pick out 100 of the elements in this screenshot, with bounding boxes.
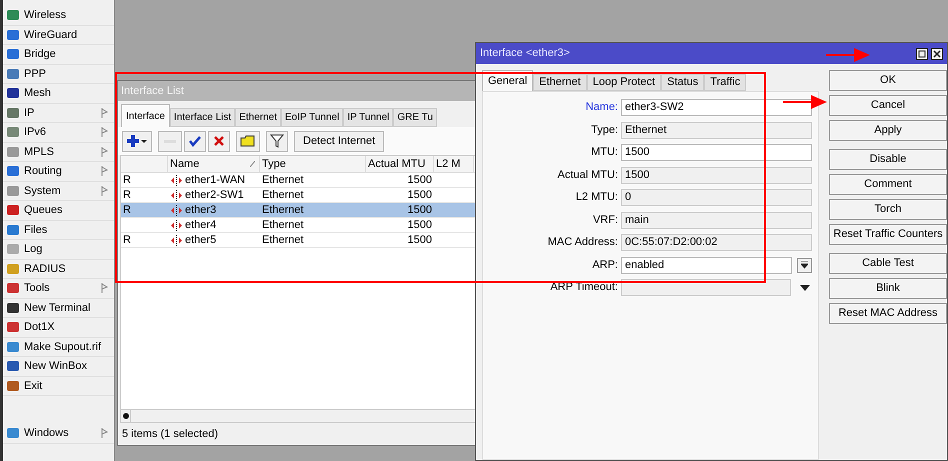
maximize-icon[interactable] — [916, 48, 928, 60]
tab[interactable]: EoIP Tunnel — [281, 108, 344, 127]
input-field[interactable]: ether3-SW2 — [621, 99, 812, 116]
menu-item[interactable]: New Terminal — [3, 298, 114, 318]
expand-button[interactable] — [800, 284, 810, 290]
tab[interactable]: Ethernet — [533, 74, 587, 91]
input-field[interactable]: 1500 — [621, 144, 812, 161]
tab[interactable]: Interface List — [170, 108, 236, 127]
column-label: Actual MTU — [368, 156, 426, 172]
toolbar-button[interactable] — [236, 130, 260, 152]
menu-icon — [6, 8, 20, 22]
tab[interactable]: Interface — [121, 104, 170, 127]
menu-item[interactable]: Log — [3, 240, 114, 260]
dialog-button[interactable]: Apply — [829, 120, 947, 141]
scroll-handle[interactable] — [121, 410, 131, 422]
menu-item[interactable]: IPv6 — [3, 123, 114, 142]
toolbar-button[interactable] — [184, 130, 206, 152]
table-row[interactable]: R ether1-WAN Ethernet 1500 — [121, 173, 475, 188]
caret-icon — [800, 284, 810, 290]
input-field[interactable]: 0C:55:07:D2:00:02 — [621, 234, 812, 251]
menu-item-label: Dot1X — [24, 320, 55, 335]
menu-item[interactable]: Wireless — [3, 6, 114, 26]
tab[interactable]: Traffic — [704, 74, 746, 91]
close-icon[interactable] — [931, 48, 943, 60]
input-field[interactable]: 0 — [621, 189, 812, 206]
menu-item[interactable]: New WinBox — [3, 357, 114, 376]
add-icon — [126, 135, 148, 147]
table-cell-text: 1500 — [408, 232, 432, 248]
menu-icon — [6, 359, 20, 374]
menu-item[interactable]: Queues — [3, 201, 114, 220]
dialog-button[interactable]: Reset Traffic Counters — [829, 224, 947, 245]
table-row[interactable]: R ether2-SW1 Ethernet 1500 — [121, 188, 475, 203]
submenu-icon — [101, 186, 108, 196]
menu-item-label: IP — [24, 106, 34, 120]
tab[interactable]: IP Tunnel — [343, 108, 394, 127]
column-label: L2 M — [436, 156, 460, 172]
table-cell-text: ether5 — [185, 232, 216, 248]
menu-item[interactable]: System — [3, 182, 114, 201]
menu-item[interactable]: Exit — [3, 376, 114, 396]
dialog-button[interactable]: Blink — [829, 278, 947, 299]
table-row[interactable]: ether4 Ethernet 1500 — [121, 218, 475, 233]
input-field[interactable]: 1500 — [621, 166, 812, 184]
menu-icon — [6, 300, 20, 315]
menu-item[interactable]: Dot1X — [3, 318, 114, 338]
note-icon — [240, 135, 256, 147]
dialog-button[interactable]: Cancel — [829, 95, 947, 116]
table-row[interactable]: R ether3 Ethernet 1500 — [121, 203, 475, 218]
column-header[interactable]: Name — [168, 156, 260, 172]
menu-item[interactable]: Tools — [3, 279, 114, 298]
field-label: MAC Address: — [548, 235, 618, 250]
menu-item-label: Exit — [24, 378, 42, 394]
tab[interactable]: GRE Tu — [393, 108, 437, 127]
input-field[interactable]: enabled — [621, 256, 792, 274]
submenu-icon — [101, 108, 108, 118]
detect-internet-button[interactable]: Detect Internet — [294, 130, 384, 152]
toolbar-button[interactable] — [266, 130, 288, 152]
input-field[interactable]: main — [621, 212, 812, 228]
menu-item[interactable]: Files — [3, 220, 114, 240]
menu-item-label: Log — [24, 242, 42, 257]
column-header[interactable]: L2 M — [434, 156, 474, 172]
dialog-button[interactable]: Cable Test — [829, 253, 947, 274]
ethernet-port-icon — [171, 204, 182, 216]
toolbar-button[interactable] — [208, 130, 230, 152]
menu-item[interactable]: WireGuard — [3, 26, 114, 45]
dialog-button[interactable]: Comment — [829, 174, 947, 195]
menu-item[interactable]: RADIUS — [3, 260, 114, 279]
input-field[interactable]: Ethernet — [621, 122, 812, 138]
field-label: Actual MTU: — [557, 168, 618, 183]
menu-item[interactable]: Windows — [3, 424, 114, 444]
tab[interactable]: Status — [661, 74, 704, 91]
dialog-button[interactable]: Disable — [829, 149, 947, 170]
menu-item[interactable]: PPP — [3, 64, 114, 84]
menu-item[interactable]: Make Supout.rif — [3, 338, 114, 357]
submenu-icon — [101, 166, 108, 176]
menu-icon — [6, 125, 20, 140]
ethernet-port-icon — [171, 174, 182, 186]
column-header[interactable]: Type — [260, 156, 366, 172]
toolbar-button[interactable] — [122, 130, 152, 152]
menu-item[interactable]: MPLS — [3, 142, 114, 162]
table-cell-text: Ethernet — [262, 172, 304, 188]
submenu-icon — [101, 146, 108, 157]
tab[interactable]: Ethernet — [235, 108, 281, 127]
menu-item-label: PPP — [24, 66, 46, 82]
dropdown-button[interactable] — [797, 258, 812, 272]
tab[interactable]: General — [482, 70, 534, 91]
tab[interactable]: Loop Protect — [586, 74, 662, 91]
table-row[interactable]: R ether5 Ethernet 1500 — [121, 233, 475, 248]
dialog-button[interactable]: OK — [829, 70, 947, 91]
menu-item[interactable]: Routing — [3, 162, 114, 182]
menu-item[interactable]: IP — [3, 104, 114, 123]
menu-icon — [6, 262, 20, 276]
dialog-button[interactable]: Reset MAC Address — [829, 303, 947, 324]
column-header[interactable]: Actual MTU — [366, 156, 434, 172]
input-field[interactable] — [621, 279, 791, 296]
menu-item[interactable]: Mesh — [3, 84, 114, 104]
menu-item-label: New WinBox — [24, 359, 87, 374]
table-cell-text: 1500 — [408, 188, 432, 203]
status-text: 5 items (1 selected) — [122, 426, 218, 442]
menu-item[interactable]: Bridge — [3, 45, 114, 64]
dialog-button[interactable]: Torch — [829, 199, 947, 220]
